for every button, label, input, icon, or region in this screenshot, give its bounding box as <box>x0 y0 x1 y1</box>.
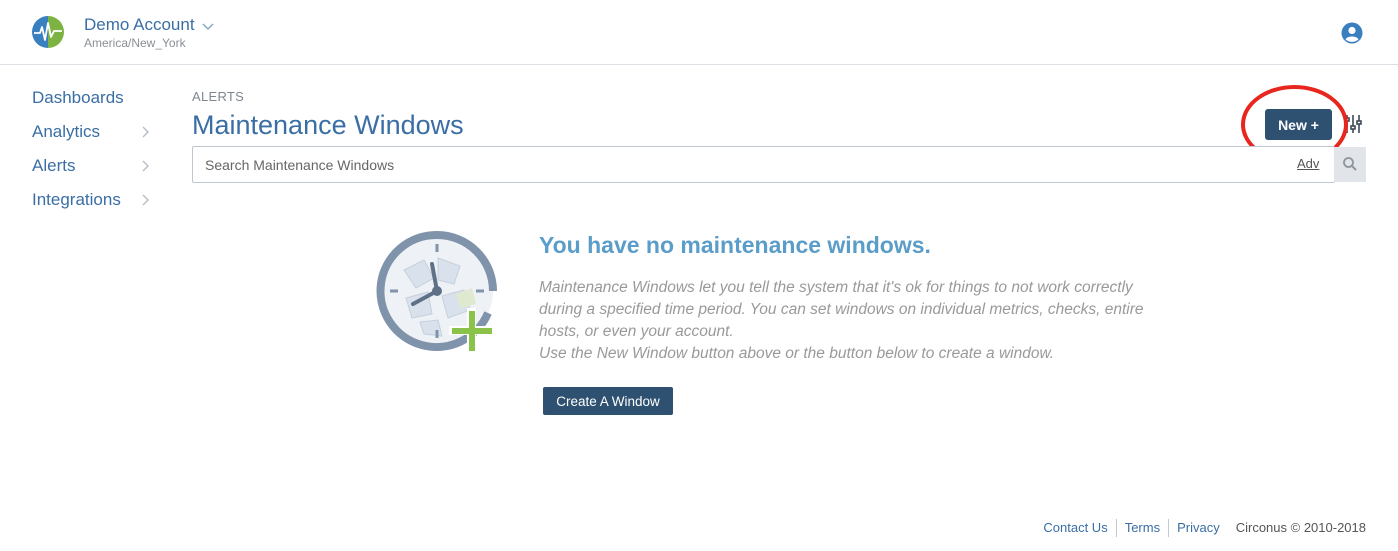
account-timezone: America/New_York <box>84 36 186 50</box>
sidebar-item-label: Alerts <box>32 156 76 175</box>
copyright-text: Circonus © 2010-2018 <box>1235 520 1366 535</box>
footer-link-terms[interactable]: Terms <box>1117 519 1170 537</box>
footer: Contact Us Terms Privacy Circonus © 2010… <box>1043 519 1366 537</box>
sidebar-item-label: Analytics <box>32 122 101 141</box>
footer-link-privacy[interactable]: Privacy <box>1169 519 1228 537</box>
advanced-search-link[interactable]: Adv <box>1297 156 1319 171</box>
empty-state-description-line: Maintenance Windows let you tell the sys… <box>539 279 1133 296</box>
empty-state-description-line: hosts, or even your account. <box>539 323 734 340</box>
sidebar-item-analytics[interactable]: Analytics <box>32 120 162 154</box>
chevron-right-icon <box>142 160 149 172</box>
user-circle-icon[interactable] <box>1341 22 1363 44</box>
sidebar-item-integrations[interactable]: Integrations <box>32 188 162 222</box>
create-window-button[interactable]: Create A Window <box>543 387 673 415</box>
breadcrumb[interactable]: ALERTS <box>192 89 244 104</box>
account-switcher[interactable]: Demo Account America/New_York <box>84 15 214 50</box>
sliders-icon[interactable] <box>1343 113 1363 135</box>
search-button[interactable] <box>1334 147 1366 182</box>
empty-state-title: You have no maintenance windows. <box>539 232 931 258</box>
sidebar-item-label: Dashboards <box>32 88 124 107</box>
circonus-logo[interactable] <box>31 15 65 49</box>
chevron-right-icon <box>142 126 149 138</box>
account-name[interactable]: Demo Account <box>84 15 195 35</box>
chevron-right-icon <box>142 194 149 206</box>
empty-state-description: Maintenance Windows let you tell the sys… <box>539 277 1189 365</box>
page-title: Maintenance Windows <box>192 110 464 140</box>
sidebar-item-label: Integrations <box>32 190 121 209</box>
sidebar-item-dashboards[interactable]: Dashboards <box>32 86 162 120</box>
sidebar-nav: Dashboards Analytics Alerts Integrations <box>32 86 162 222</box>
search-input[interactable] <box>193 147 1283 182</box>
search-field: Adv <box>192 146 1335 183</box>
new-button[interactable]: New + <box>1265 109 1332 140</box>
empty-state-description-line: during a specified time period. You can … <box>539 301 1144 318</box>
sidebar-item-alerts[interactable]: Alerts <box>32 154 162 188</box>
search-icon <box>1343 157 1357 171</box>
chevron-down-icon[interactable] <box>202 20 214 32</box>
top-header: Demo Account America/New_York <box>0 0 1398 65</box>
footer-link-contact[interactable]: Contact Us <box>1043 519 1117 537</box>
empty-state-description-line: Use the New Window button above or the b… <box>539 345 1055 362</box>
clock-map-illustration-icon <box>376 230 497 352</box>
